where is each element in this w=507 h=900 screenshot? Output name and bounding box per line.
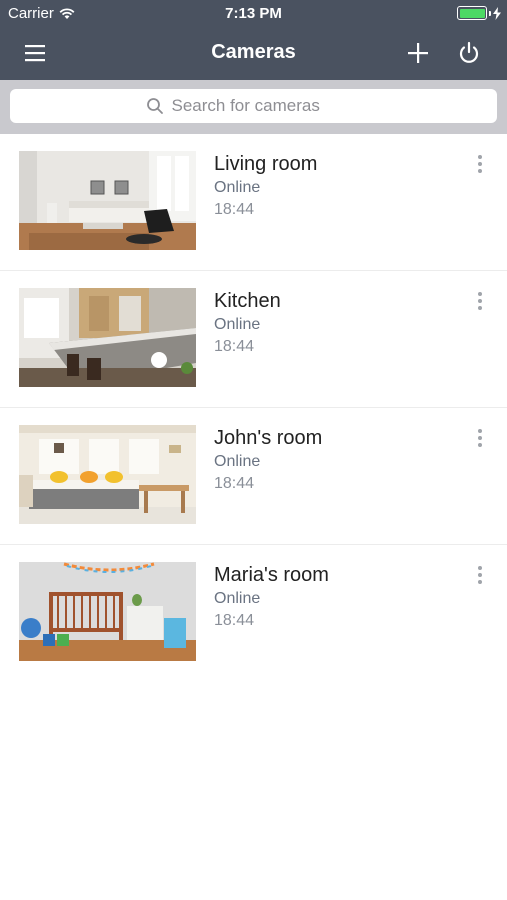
dot	[478, 306, 482, 310]
add-camera-button[interactable]	[404, 39, 432, 67]
dot	[478, 292, 482, 296]
battery-group	[457, 6, 501, 20]
camera-list: Living room Online 18:44 Kitchen Online …	[0, 134, 507, 682]
camera-name: Living room	[214, 153, 318, 175]
more-options-button[interactable]	[470, 152, 490, 178]
camera-timestamp: 18:44	[214, 201, 255, 218]
camera-timestamp: 18:44	[214, 612, 255, 629]
status-bar: Carrier 7:13 PM	[0, 0, 507, 28]
more-options-button[interactable]	[470, 426, 490, 452]
camera-name: John's room	[214, 427, 323, 449]
dot	[478, 299, 482, 303]
camera-row-living-room[interactable]: Living room Online 18:44	[0, 134, 507, 271]
battery-tip	[489, 10, 491, 16]
plus-icon	[408, 43, 428, 63]
clock: 7:13 PM	[225, 5, 282, 22]
camera-status: Online	[214, 316, 261, 333]
camera-name: Maria's room	[214, 564, 329, 586]
search-input[interactable]	[171, 96, 362, 116]
camera-row-kitchen[interactable]: Kitchen Online 18:44	[0, 271, 507, 408]
camera-timestamp: 18:44	[214, 475, 255, 492]
battery-icon	[457, 6, 487, 20]
dot	[478, 566, 482, 570]
dot	[478, 436, 482, 440]
nav-bar: Cameras	[0, 28, 507, 80]
camera-name: Kitchen	[214, 290, 281, 312]
dot	[478, 429, 482, 433]
dot	[478, 443, 482, 447]
more-options-button[interactable]	[470, 289, 490, 315]
dot	[478, 162, 482, 166]
charging-icon	[493, 6, 501, 20]
search-field[interactable]	[10, 89, 497, 123]
logout-button[interactable]	[455, 39, 483, 67]
search-icon	[146, 98, 163, 114]
camera-row-marias-room[interactable]: Maria's room Online 18:44	[0, 545, 507, 682]
dot	[478, 573, 482, 577]
living-room-image[interactable]	[19, 151, 196, 250]
camera-status: Online	[214, 590, 261, 607]
power-icon	[459, 41, 479, 63]
dot	[478, 580, 482, 584]
kitchen-image[interactable]	[19, 288, 196, 387]
camera-status: Online	[214, 453, 261, 470]
dot	[478, 155, 482, 159]
dot	[478, 169, 482, 173]
camera-timestamp: 18:44	[214, 338, 255, 355]
more-options-button[interactable]	[470, 563, 490, 589]
camera-row-johns-room[interactable]: John's room Online 18:44	[0, 408, 507, 545]
marias-room-image[interactable]	[19, 562, 196, 661]
johns-room-image[interactable]	[19, 425, 196, 524]
search-area	[0, 80, 507, 134]
camera-status: Online	[214, 179, 261, 196]
